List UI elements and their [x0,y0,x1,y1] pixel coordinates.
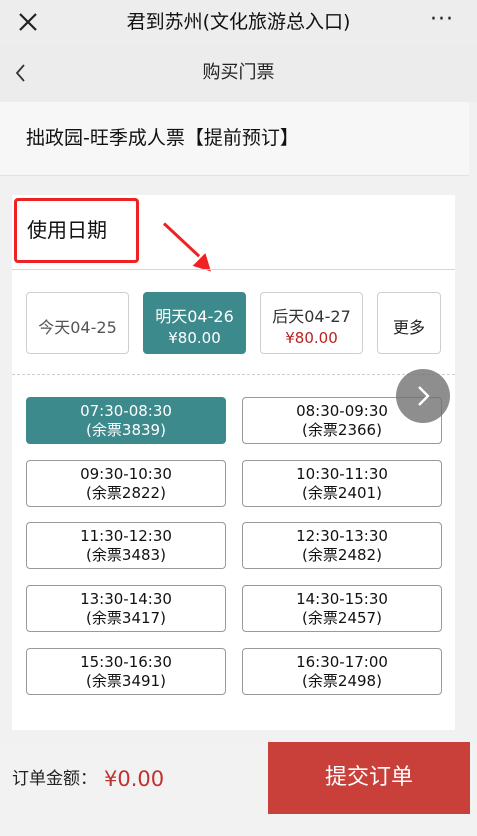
slot-remaining: (余票3483) [86,546,166,564]
slot-time: 10:30-11:30 [296,465,388,483]
dashed-divider [12,374,455,375]
slot-remaining: (余票2401) [302,484,382,502]
date-heading-highlight: 使用日期 [14,198,139,263]
more-options-icon[interactable]: ··· [427,9,457,34]
order-amount-label: 订单金额： [12,769,97,789]
day-tab-date: 后天04-27 [272,307,351,326]
submit-order-button[interactable]: 提交订单 [268,742,470,814]
slot-time: 14:30-15:30 [296,590,388,608]
slot-time: 12:30-13:30 [296,527,388,545]
order-footer: 订单金额： ¥0.00 提交订单 [0,742,477,836]
page-nav-bar: 购买门票 [0,44,477,102]
slot-remaining: (余票2366) [302,421,382,439]
day-tab-more-label: 更多 [392,318,425,337]
time-slot[interactable]: 13:30-14:30 (余票3417) [26,585,226,632]
day-tab-price: ¥80.00 [168,329,221,347]
time-slot[interactable]: 16:30-17:00 (余票2498) [242,648,442,695]
day-tab-today[interactable]: 今天04-25 [26,292,129,354]
time-slot[interactable]: 11:30-12:30 (余票3483) [26,522,226,569]
day-tab-date: 今天04-25 [38,318,117,337]
day-tab-date: 明天04-26 [155,307,234,326]
time-slot[interactable]: 07:30-08:30 (余票3839) [26,397,226,444]
order-amount-value: ¥0.00 [104,767,165,791]
time-slot[interactable]: 09:30-10:30 (余票2822) [26,460,226,507]
slot-time: 15:30-16:30 [80,653,172,671]
chevron-right-icon [418,386,430,406]
day-tab-price: ¥80.00 [285,329,338,347]
divider [12,269,455,270]
slot-remaining: (余票3417) [86,609,166,627]
slot-time: 07:30-08:30 [80,402,172,420]
slot-remaining: (余票3491) [86,672,166,690]
slot-time: 09:30-10:30 [80,465,172,483]
slot-remaining: (余票2482) [302,546,382,564]
slot-time: 11:30-12:30 [80,527,172,545]
window-title: 君到苏州(文化旅游总入口) [126,11,351,33]
time-slot[interactable]: 10:30-11:30 (余票2401) [242,460,442,507]
next-dates-button[interactable] [396,369,450,423]
ticket-name-row: 拙政园-旺季成人票【提前预订】 [0,102,469,176]
time-slot[interactable]: 14:30-15:30 (余票2457) [242,585,442,632]
time-slot[interactable]: 12:30-13:30 (余票2482) [242,522,442,569]
slot-remaining: (余票2498) [302,672,382,690]
page-title: 购买门票 [202,62,275,83]
back-arrow-icon[interactable] [10,60,34,86]
date-heading: 使用日期 [27,218,107,242]
slot-remaining: (余票2457) [302,609,382,627]
day-tab-tomorrow[interactable]: 明天04-26 ¥80.00 [143,292,246,354]
slot-time: 16:30-17:00 [296,653,388,671]
ticket-name: 拙政园-旺季成人票【提前预订】 [26,127,299,149]
day-tab-more[interactable]: 更多 [377,292,441,354]
slot-remaining: (余票3839) [86,421,166,439]
time-slot[interactable]: 15:30-16:30 (余票3491) [26,648,226,695]
app-title-bar: 君到苏州(文化旅游总入口) ··· [0,0,477,44]
close-icon[interactable] [14,8,42,36]
slot-time: 13:30-14:30 [80,590,172,608]
slot-remaining: (余票2822) [86,484,166,502]
day-tab-day-after[interactable]: 后天04-27 ¥80.00 [260,292,363,354]
